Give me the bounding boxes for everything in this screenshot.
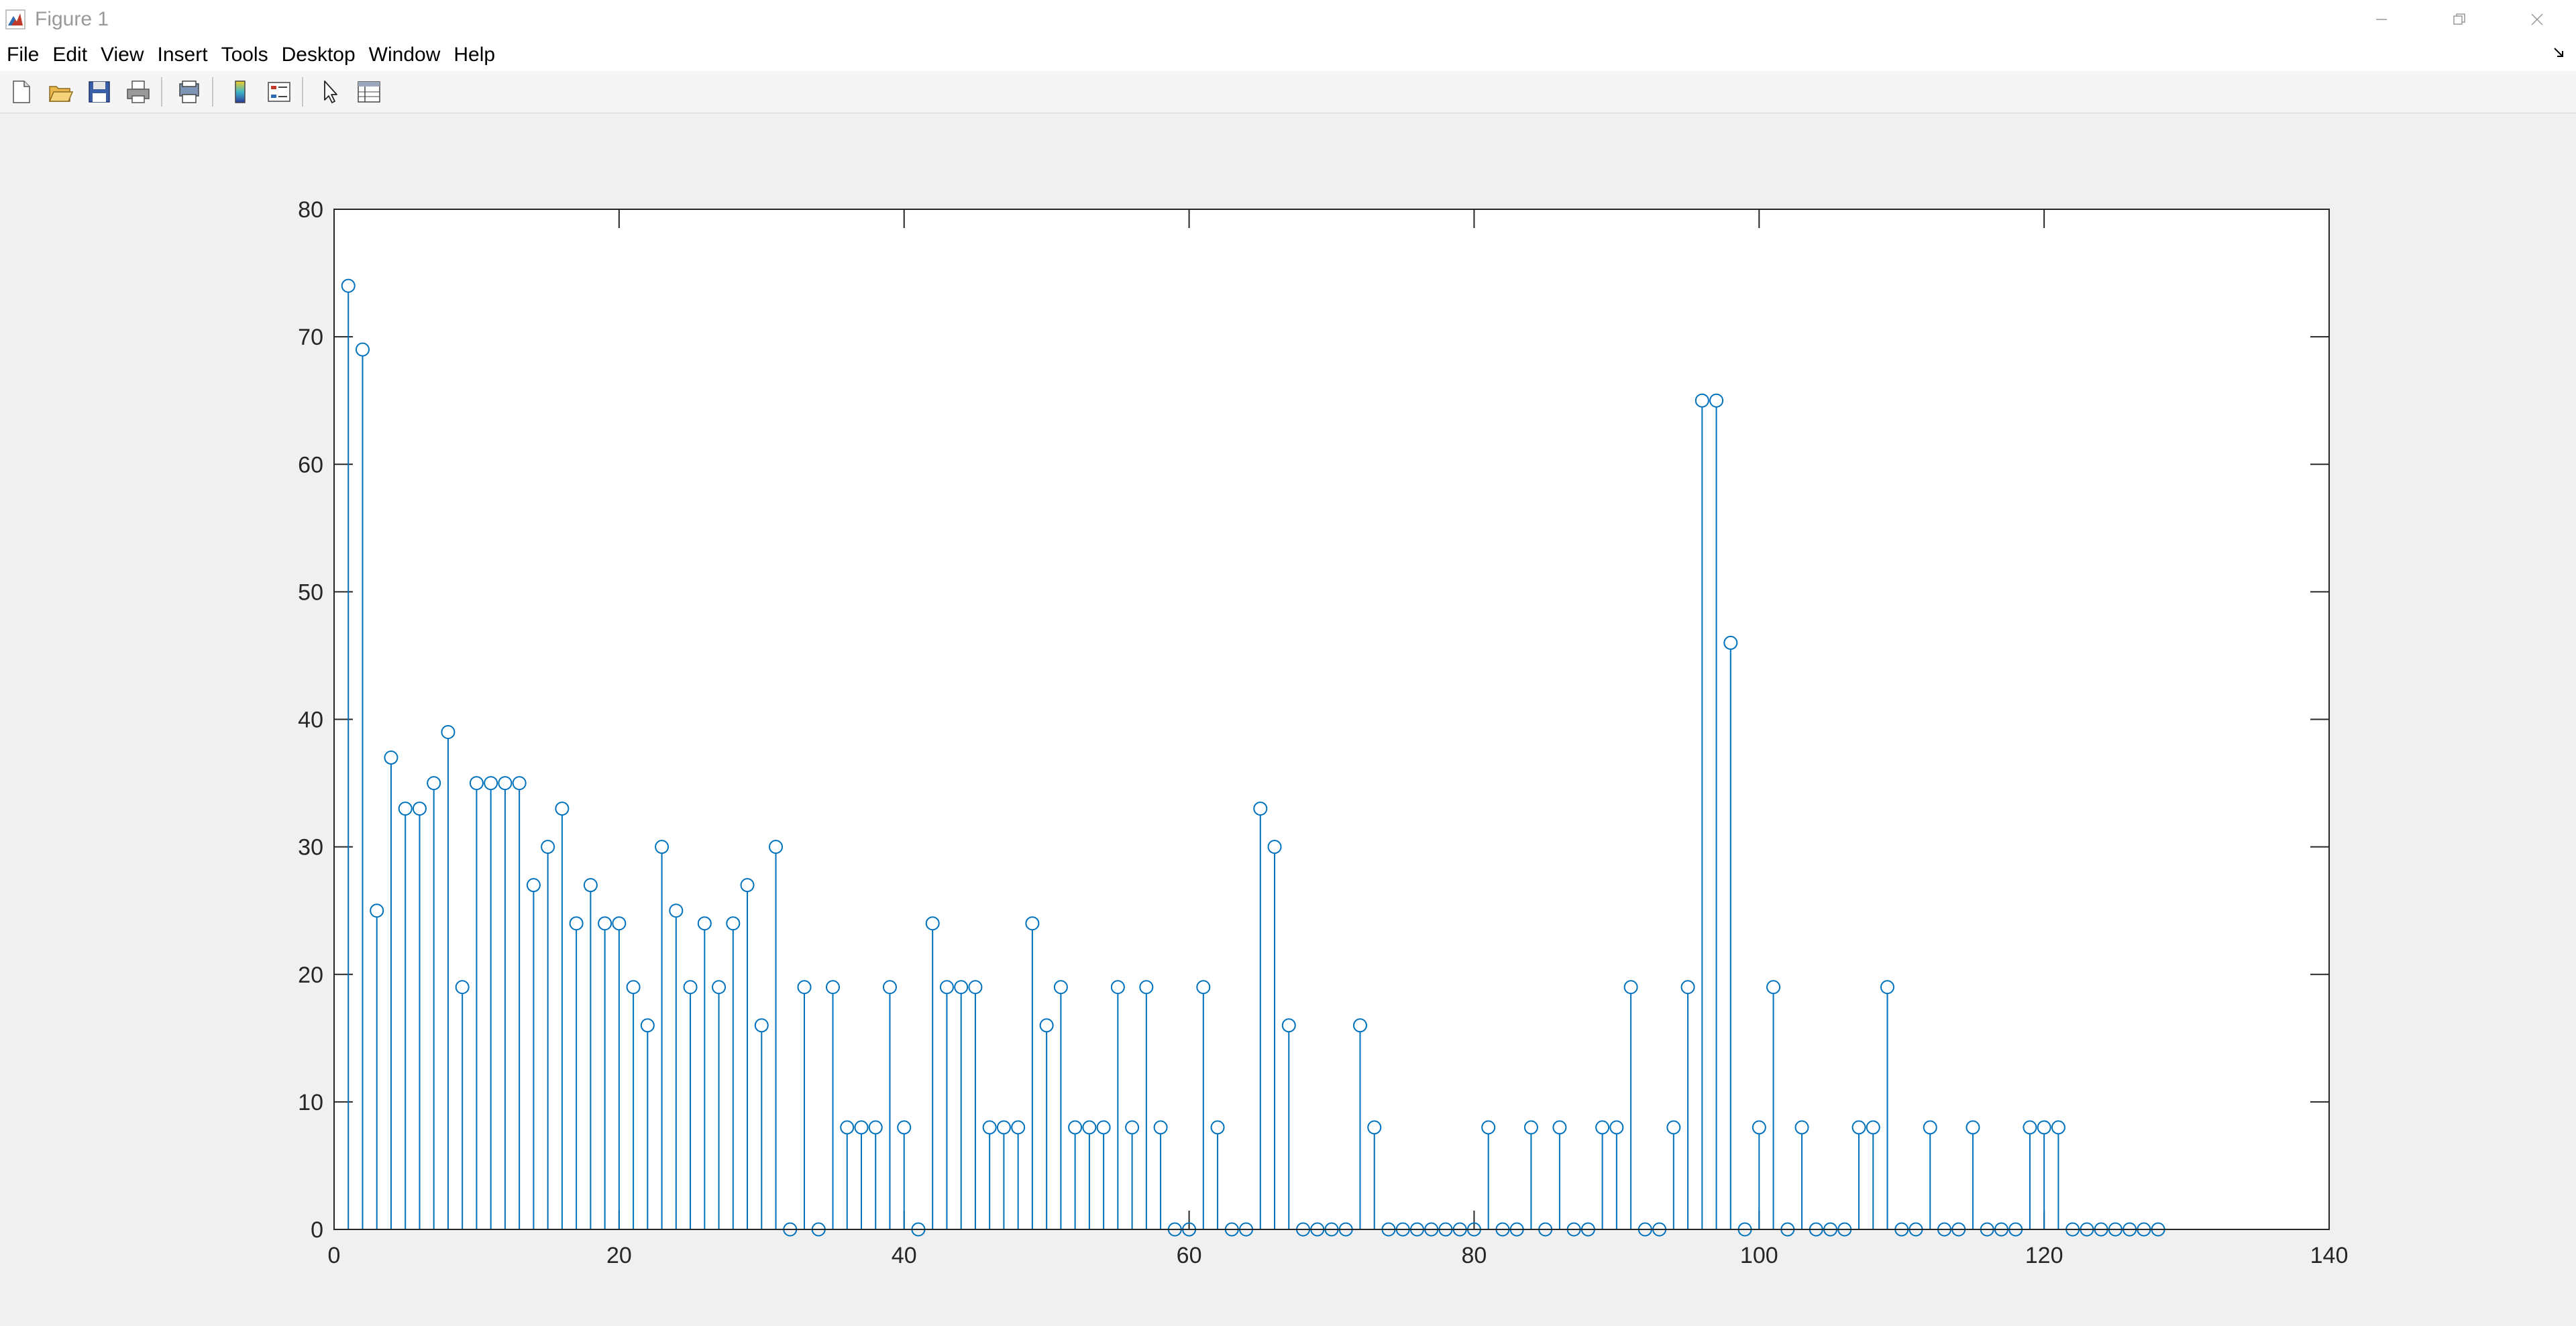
y-tick-label: 50 — [298, 579, 323, 605]
restore-icon — [2451, 11, 2467, 27]
open-file-icon — [47, 78, 74, 105]
menu-file[interactable]: File — [0, 44, 46, 66]
save-icon — [86, 78, 113, 105]
dock-arrow-icon[interactable] — [2552, 44, 2568, 60]
menu-bar: File Edit View Insert Tools Desktop Wind… — [0, 39, 2576, 71]
menu-view[interactable]: View — [94, 44, 150, 66]
open-file-button[interactable] — [43, 74, 78, 109]
insert-colorbar-button[interactable] — [223, 74, 258, 109]
toolbar-separator — [161, 77, 162, 107]
x-tick-label: 100 — [1740, 1243, 1778, 1268]
y-tick-label: 30 — [298, 835, 323, 861]
y-tick-label: 40 — [298, 708, 323, 733]
y-tick-label: 70 — [298, 325, 323, 350]
insert-legend-icon — [266, 78, 292, 105]
y-tick-label: 10 — [298, 1090, 323, 1115]
minimize-button[interactable] — [2343, 0, 2420, 39]
toolbar-separator — [212, 77, 213, 107]
restore-button[interactable] — [2420, 0, 2498, 39]
menu-help[interactable]: Help — [447, 44, 502, 66]
menu-tools[interactable]: Tools — [215, 44, 275, 66]
x-tick-label: 0 — [328, 1243, 341, 1268]
y-tick-label: 80 — [298, 197, 323, 223]
matlab-icon — [5, 9, 25, 30]
insert-legend-button[interactable] — [262, 74, 297, 109]
menu-edit[interactable]: Edit — [46, 44, 94, 66]
print-preview-button[interactable] — [172, 74, 207, 109]
new-figure-button[interactable] — [4, 74, 39, 109]
x-tick-label: 120 — [2025, 1243, 2063, 1268]
x-tick-label: 60 — [1177, 1243, 1202, 1268]
minimize-icon — [2373, 11, 2390, 27]
x-tick-label: 80 — [1462, 1243, 1487, 1268]
save-button[interactable] — [82, 74, 117, 109]
menu-insert[interactable]: Insert — [151, 44, 215, 66]
property-inspector-button[interactable] — [352, 74, 386, 109]
y-tick-label: 60 — [298, 452, 323, 478]
x-tick-label: 140 — [2310, 1243, 2349, 1268]
toolbar-separator — [302, 77, 303, 107]
window-controls — [2343, 0, 2576, 39]
x-tick-label: 40 — [892, 1243, 917, 1268]
figure-canvas: 0 20 40 60 80 100 120 140 0 10 20 30 40 50 60 70 80 — [0, 113, 2576, 1326]
print-preview-icon — [176, 78, 203, 105]
property-inspector-icon — [356, 78, 382, 105]
y-tick-label: 0 — [311, 1217, 323, 1243]
stem-chart[interactable]: 0 20 40 60 80 100 120 140 0 10 20 30 40 50 60 70 80 — [0, 113, 2576, 1326]
print-icon — [125, 78, 152, 105]
close-button[interactable] — [2498, 0, 2576, 39]
new-figure-icon — [8, 78, 35, 105]
edit-plot-button[interactable] — [313, 74, 347, 109]
edit-plot-icon — [317, 78, 343, 105]
close-icon — [2529, 11, 2545, 27]
y-tick-label: 20 — [298, 962, 323, 988]
x-tick-label: 20 — [606, 1243, 632, 1268]
menu-window[interactable]: Window — [362, 44, 447, 66]
window-title: Figure 1 — [35, 8, 109, 31]
insert-colorbar-icon — [227, 78, 254, 105]
print-button[interactable] — [121, 74, 156, 109]
menu-desktop[interactable]: Desktop — [275, 44, 362, 66]
title-bar: Figure 1 — [0, 0, 2576, 39]
figure-toolbar — [0, 71, 2576, 113]
